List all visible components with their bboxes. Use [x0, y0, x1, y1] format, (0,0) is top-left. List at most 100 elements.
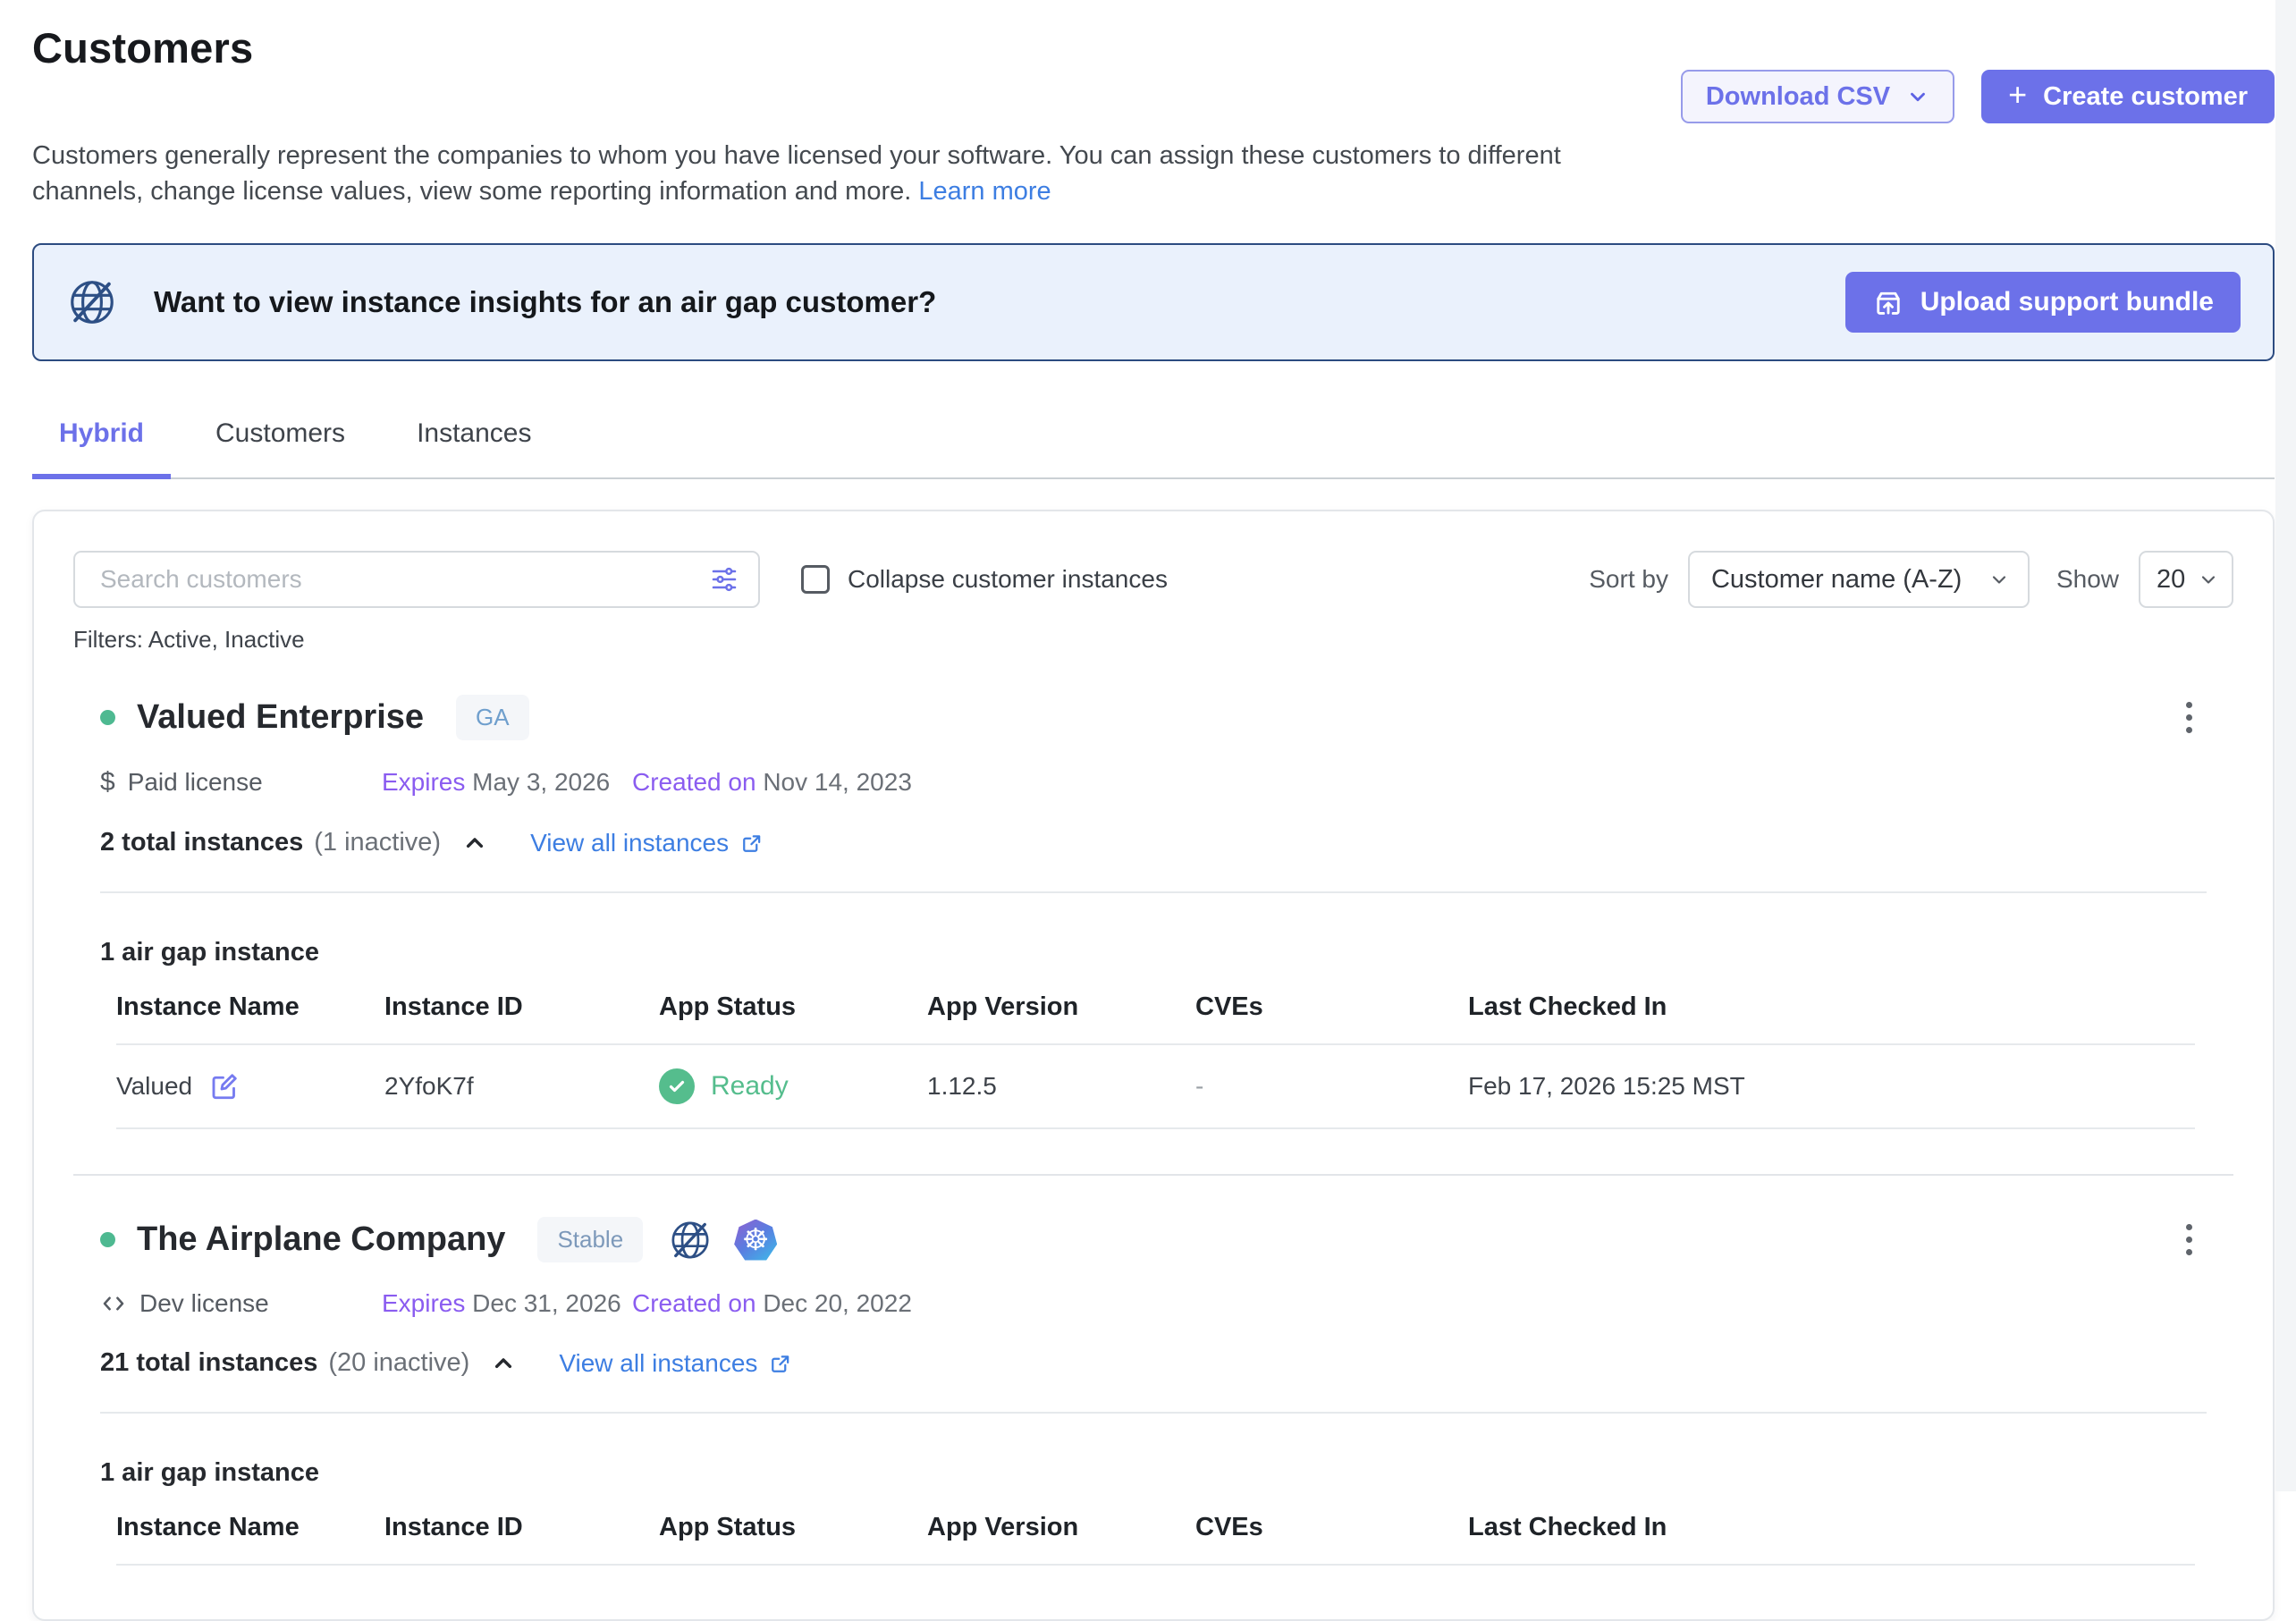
cves-value: - [1195, 1072, 1468, 1101]
create-customer-button[interactable]: + Create customer [1981, 70, 2275, 123]
learn-more-link[interactable]: Learn more [918, 177, 1051, 206]
view-all-label: View all instances [530, 829, 729, 857]
customer-head: The Airplane Company Stable ☸ [100, 1217, 2233, 1262]
airgap-banner: Want to view instance insights for an ai… [32, 243, 2275, 361]
description-text: Customers generally represent the compan… [32, 141, 1561, 206]
create-customer-label: Create customer [2043, 82, 2248, 112]
col-last-checked-in: Last Checked In [1468, 1513, 2195, 1542]
banner-title: Want to view instance insights for an ai… [154, 285, 936, 319]
created-date: Nov 14, 2023 [763, 768, 912, 796]
chevron-down-icon [2198, 569, 2219, 590]
customer-section-valued-enterprise: Valued Enterprise GA $ Paid license Expi… [34, 654, 2273, 1129]
license-label: Dev license [139, 1289, 269, 1318]
collapse-instances-checkbox[interactable] [801, 565, 830, 594]
scrollbar-track[interactable] [2275, 0, 2296, 1491]
created-meta: Created on Dec 20, 2022 [632, 1289, 912, 1318]
upload-button-label: Upload support bundle [1920, 287, 2214, 317]
expires-label: Expires [382, 768, 465, 796]
search-input[interactable] [73, 551, 760, 608]
download-csv-button[interactable]: Download CSV [1681, 70, 1954, 123]
search-wrap [73, 551, 760, 608]
channel-badge: GA [456, 695, 529, 740]
collapse-chevron-up-icon[interactable] [460, 829, 489, 857]
created-date: Dec 20, 2022 [763, 1289, 912, 1317]
tab-customers[interactable]: Customers [189, 418, 372, 477]
page-description: Customers generally represent the compan… [32, 138, 1646, 209]
airgap-globe-icon [66, 276, 118, 328]
expires-label: Expires [382, 1289, 465, 1317]
filters-summary: Filters: Active, Inactive [34, 608, 2273, 654]
instances-row: 21 total instances (20 inactive) View al… [100, 1348, 2233, 1378]
divider [100, 891, 2207, 893]
chevron-down-icon [1906, 85, 1929, 108]
tab-bar: Hybrid Customers Instances [32, 418, 2275, 479]
customer-type-icons: ☸ [668, 1218, 777, 1262]
license-row: $ Paid license Expires May 3, 2026 Creat… [100, 767, 2233, 798]
col-instance-id: Instance ID [384, 992, 659, 1022]
created-meta: Created on Nov 14, 2023 [632, 768, 912, 797]
view-all-label: View all instances [559, 1349, 757, 1378]
customer-name[interactable]: Valued Enterprise [137, 698, 424, 737]
col-instance-id: Instance ID [384, 1513, 659, 1542]
instances-table: Instance Name Instance ID App Status App… [116, 1513, 2195, 1566]
col-app-status: App Status [659, 1513, 927, 1542]
collapse-instances-label: Collapse customer instances [848, 565, 1168, 594]
chevron-down-icon [1988, 569, 2010, 590]
sort-select-value: Customer name (A-Z) [1711, 565, 1962, 595]
page-title: Customers [32, 23, 253, 72]
airgap-count-heading: 1 air gap instance [100, 938, 2233, 967]
expires-date: Dec 31, 2026 [472, 1289, 621, 1317]
kubernetes-icon: ☸ [734, 1220, 777, 1261]
download-csv-label: Download CSV [1706, 82, 1890, 112]
channel-badge: Stable [537, 1217, 643, 1262]
col-instance-name: Instance Name [116, 992, 384, 1022]
active-status-dot [100, 710, 115, 725]
customers-card: Collapse customer instances Sort by Cust… [32, 510, 2275, 1621]
show-select[interactable]: 20 [2139, 551, 2233, 608]
license-type: $ Paid license [100, 767, 382, 798]
instances-row: 2 total instances (1 inactive) View all … [100, 828, 2233, 857]
sort-select[interactable]: Customer name (A-Z) [1688, 551, 2030, 608]
col-app-version: App Version [927, 1513, 1195, 1542]
expires-meta: Expires May 3, 2026 [382, 768, 632, 797]
edit-icon[interactable] [208, 1070, 241, 1102]
total-instances: 21 total instances [100, 1348, 317, 1378]
created-label: Created on [632, 1289, 756, 1317]
dollar-icon: $ [100, 767, 115, 798]
tab-instances[interactable]: Instances [390, 418, 558, 477]
table-header-row: Instance Name Instance ID App Status App… [116, 1513, 2195, 1566]
kebab-menu-button[interactable] [2181, 697, 2198, 739]
table-row: Valued 2YfoK7f Ready 1.12.5 [116, 1045, 2195, 1129]
col-last-checked-in: Last Checked In [1468, 992, 2195, 1022]
license-label: Paid license [128, 768, 263, 797]
inactive-count: (1 inactive) [314, 828, 441, 857]
tab-hybrid[interactable]: Hybrid [32, 418, 171, 479]
license-row: Dev license Expires Dec 31, 2026 Created… [100, 1289, 2233, 1318]
view-all-instances-link[interactable]: View all instances [530, 829, 764, 857]
sort-by-label: Sort by [1589, 565, 1668, 594]
external-link-icon [768, 1351, 793, 1376]
kebab-menu-button[interactable] [2181, 1219, 2198, 1261]
view-all-instances-link[interactable]: View all instances [559, 1349, 793, 1378]
show-select-value: 20 [2157, 565, 2185, 595]
instance-name: Valued [116, 1072, 192, 1101]
col-cves: CVEs [1195, 1513, 1468, 1542]
col-instance-name: Instance Name [116, 1513, 384, 1542]
filter-sliders-icon[interactable] [708, 563, 740, 600]
license-type: Dev license [100, 1289, 382, 1318]
customer-name[interactable]: The Airplane Company [137, 1220, 505, 1259]
customer-head: Valued Enterprise GA [100, 695, 2233, 740]
ready-check-icon [659, 1068, 695, 1104]
last-checked-in: Feb 17, 2026 15:25 MST [1468, 1072, 2195, 1101]
col-app-version: App Version [927, 992, 1195, 1022]
col-cves: CVEs [1195, 992, 1468, 1022]
page-header: Customers Download CSV + Create customer [0, 0, 2296, 123]
app-status: Ready [711, 1071, 789, 1102]
collapse-chevron-up-icon[interactable] [489, 1349, 518, 1378]
customer-section-airplane-company: The Airplane Company Stable ☸ [34, 1176, 2273, 1566]
created-label: Created on [632, 768, 756, 796]
upload-support-bundle-button[interactable]: Upload support bundle [1845, 272, 2241, 333]
app-version: 1.12.5 [927, 1072, 1195, 1101]
active-status-dot [100, 1232, 115, 1247]
airgap-count-heading: 1 air gap instance [100, 1458, 2233, 1488]
